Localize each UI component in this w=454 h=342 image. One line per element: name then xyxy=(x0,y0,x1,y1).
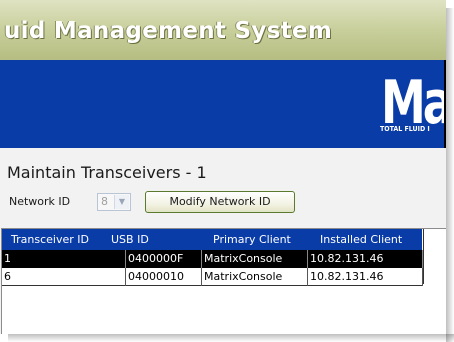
window-shadow-bottom xyxy=(8,334,454,342)
modify-network-id-button[interactable]: Modify Network ID xyxy=(145,191,295,213)
window-title: uid Management System xyxy=(4,18,333,44)
app-window: uid Management System Ma TOTAL FLUID I M… xyxy=(0,0,446,334)
network-id-label: Network ID xyxy=(9,195,71,208)
column-header-usb-id[interactable]: USB ID xyxy=(111,233,149,246)
page-title: Maintain Transceivers - 1 xyxy=(7,163,207,182)
cell-primary-client: MatrixConsole xyxy=(202,250,308,268)
cell-usb-id: 04000010 xyxy=(126,268,202,286)
brand-banner xyxy=(0,60,446,148)
network-id-select[interactable]: 8 ▼ xyxy=(97,193,131,211)
grid-header: Transceiver ID USB ID Primary Client Ins… xyxy=(2,229,422,250)
cell-transceiver-id: 6 xyxy=(2,268,126,286)
column-header-primary-client[interactable]: Primary Client xyxy=(213,233,291,246)
window-shadow-right xyxy=(446,8,454,342)
network-id-value: 8 xyxy=(101,195,108,208)
cell-installed-client: 10.82.131.46 xyxy=(308,250,423,268)
title-bar: uid Management System xyxy=(0,0,446,60)
table-row[interactable]: 1 0400000F MatrixConsole 10.82.131.46 xyxy=(2,250,423,268)
banner-edge xyxy=(444,60,446,148)
cell-usb-id: 0400000F xyxy=(126,250,202,268)
cell-transceiver-id: 1 xyxy=(2,250,126,268)
chevron-down-icon[interactable]: ▼ xyxy=(114,195,129,209)
cell-installed-client: 10.82.131.46 xyxy=(308,268,423,286)
brand-tagline: TOTAL FLUID I xyxy=(380,125,430,133)
column-header-installed-client[interactable]: Installed Client xyxy=(320,233,402,246)
transceiver-grid[interactable]: Transceiver ID USB ID Primary Client Ins… xyxy=(1,228,446,334)
column-header-transceiver-id[interactable]: Transceiver ID xyxy=(11,233,89,246)
table-row[interactable]: 6 04000010 MatrixConsole 10.82.131.46 xyxy=(2,268,423,286)
cell-primary-client: MatrixConsole xyxy=(202,268,308,286)
grid-right-border xyxy=(423,229,424,284)
